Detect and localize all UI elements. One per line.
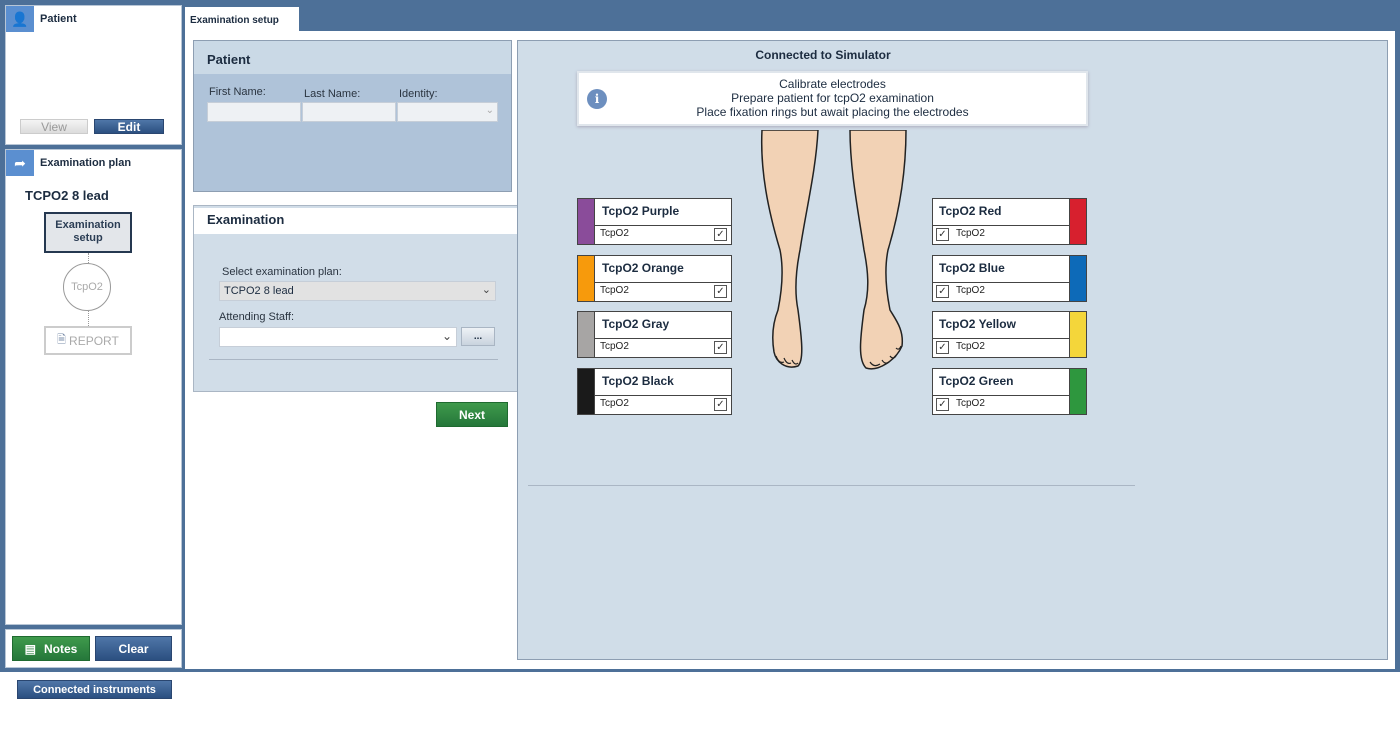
electrode-name: TcpO2 Black	[602, 373, 674, 388]
plan-panel-title: Examination plan	[40, 157, 132, 169]
color-bar	[578, 199, 595, 244]
electrode-name: TcpO2 Orange	[602, 260, 684, 275]
instruction-line: Place fixation rings but await placing t…	[696, 105, 969, 119]
electrode-name: TcpO2 Green	[939, 373, 1014, 388]
last-name-label: Last Name:	[304, 88, 361, 100]
edit-button[interactable]: Edit	[94, 119, 164, 134]
checkbox[interactable]: ✓	[714, 397, 727, 411]
chevron-down-icon: ⌄	[485, 105, 494, 116]
staff-label: Attending Staff:	[219, 311, 295, 323]
tab-examination-setup[interactable]: Examination setup	[185, 7, 299, 31]
checkbox[interactable]: ✓	[714, 284, 727, 298]
electrode-type: TcpO2	[600, 284, 629, 296]
checkbox[interactable]: ✓	[936, 284, 949, 298]
electrode-type: TcpO2	[600, 397, 629, 409]
examination-form: Examination Select examination plan: TCP…	[193, 205, 518, 392]
staff-dropdown[interactable]: ⌄	[219, 327, 457, 347]
color-bar	[1069, 312, 1086, 357]
step-examination-setup[interactable]: Examination setup	[44, 212, 132, 253]
electrode-name: TcpO2 Blue	[939, 260, 1005, 275]
electrode-type: TcpO2	[956, 284, 985, 296]
electrode-name: TcpO2 Red	[939, 204, 1002, 218]
checkbox[interactable]: ✓	[936, 341, 949, 354]
electrode-card[interactable]: TcpO2 Red ✓ TcpO2	[932, 198, 1087, 245]
legs-illustration	[760, 130, 907, 370]
share-arrow-icon: ➦	[6, 150, 34, 176]
plan-dropdown[interactable]: TCPO2 8 lead ⌄	[219, 281, 496, 301]
user-icon: 👤	[6, 6, 34, 32]
electrode-panel: Connected to Simulator i Calibrate elect…	[517, 40, 1388, 660]
notes-button[interactable]: ▤ Notes	[12, 636, 90, 661]
electrode-card[interactable]: TcpO2 Black TcpO2 ✓	[577, 367, 732, 415]
checkbox[interactable]: ✓	[714, 341, 727, 354]
examination-form-title: Examination	[207, 212, 285, 227]
identity-label: Identity:	[399, 88, 438, 100]
connector	[88, 311, 89, 326]
step-report[interactable]: 🗎 REPORT	[44, 326, 132, 355]
electrode-name: TcpO2 Purple	[602, 204, 680, 218]
electrode-name: TcpO2 Gray	[602, 317, 670, 331]
color-bar	[578, 368, 595, 414]
electrode-name: TcpO2 Yellow	[939, 317, 1016, 331]
electrode-type: TcpO2	[956, 228, 985, 239]
color-bar	[578, 255, 595, 301]
instruction-box: i Calibrate electrodes Prepare patient f…	[577, 71, 1088, 126]
electrode-type: TcpO2	[600, 341, 629, 352]
plan-name: TCPO2 8 lead	[25, 188, 109, 203]
footer: Connected instruments	[0, 672, 1400, 729]
checkbox[interactable]: ✓	[714, 228, 727, 241]
color-bar	[1069, 199, 1086, 244]
notes-icon: ▤	[24, 641, 36, 656]
report-icon: 🗎	[57, 334, 67, 346]
step-tcpo2[interactable]: TcpO2	[63, 263, 111, 311]
first-name-label: First Name:	[209, 86, 266, 98]
patient-panel-title: Patient	[40, 13, 77, 25]
electrode-card[interactable]: TcpO2 Orange TcpO2 ✓	[577, 254, 732, 302]
electrode-card[interactable]: TcpO2 Yellow ✓ TcpO2	[932, 311, 1087, 358]
notes-label: Notes	[44, 641, 78, 656]
color-bar	[578, 312, 595, 357]
instruction-line: Prepare patient for tcpO2 examination	[731, 91, 934, 105]
electrode-card[interactable]: TcpO2 Gray TcpO2 ✓	[577, 311, 732, 358]
chevron-down-icon: ⌄	[481, 284, 491, 296]
electrode-card[interactable]: TcpO2 Purple TcpO2 ✓	[577, 198, 732, 245]
color-bar	[1069, 255, 1086, 301]
patient-form-title: Patient	[207, 52, 251, 67]
patient-form: Patient First Name: Last Name: Identity:…	[193, 40, 512, 192]
first-name-field[interactable]	[207, 102, 301, 122]
main-content: Patient First Name: Last Name: Identity:…	[185, 31, 1395, 669]
electrode-type: TcpO2	[600, 228, 629, 239]
examination-plan-panel: ➦ Examination plan TCPO2 8 lead Examinat…	[5, 149, 182, 625]
view-button[interactable]: View	[20, 119, 88, 134]
clear-button[interactable]: Clear	[95, 636, 172, 661]
notes-panel: ▤ Notes Clear	[5, 629, 182, 668]
color-bar	[1069, 368, 1086, 414]
checkbox[interactable]: ✓	[936, 397, 949, 411]
electrode-type: TcpO2	[956, 397, 985, 409]
electrode-card[interactable]: TcpO2 Blue ✓ TcpO2	[932, 254, 1087, 302]
checkbox[interactable]: ✓	[936, 228, 949, 241]
patient-panel: 👤 Patient View Edit	[5, 5, 182, 145]
electrode-type: TcpO2	[956, 341, 985, 352]
browse-staff-button[interactable]: ...	[461, 327, 495, 346]
plan-value: TCPO2 8 lead	[224, 285, 294, 297]
step-report-label: REPORT	[69, 333, 119, 348]
divider	[528, 485, 1135, 486]
plan-label: Select examination plan:	[222, 266, 342, 278]
electrode-card[interactable]: TcpO2 Green ✓ TcpO2	[932, 367, 1087, 415]
next-button[interactable]: Next	[436, 402, 508, 427]
connection-status: Connected to Simulator	[755, 48, 891, 62]
connected-instruments-button[interactable]: Connected instruments	[17, 680, 172, 699]
connector	[88, 253, 89, 263]
step-tcpo2-label: TcpO2	[71, 281, 103, 293]
last-name-field[interactable]	[302, 102, 396, 122]
instruction-line: Calibrate electrodes	[779, 77, 886, 91]
identity-dropdown[interactable]: ⌄	[397, 102, 498, 122]
chevron-down-icon: ⌄	[441, 329, 452, 343]
divider	[209, 359, 498, 360]
